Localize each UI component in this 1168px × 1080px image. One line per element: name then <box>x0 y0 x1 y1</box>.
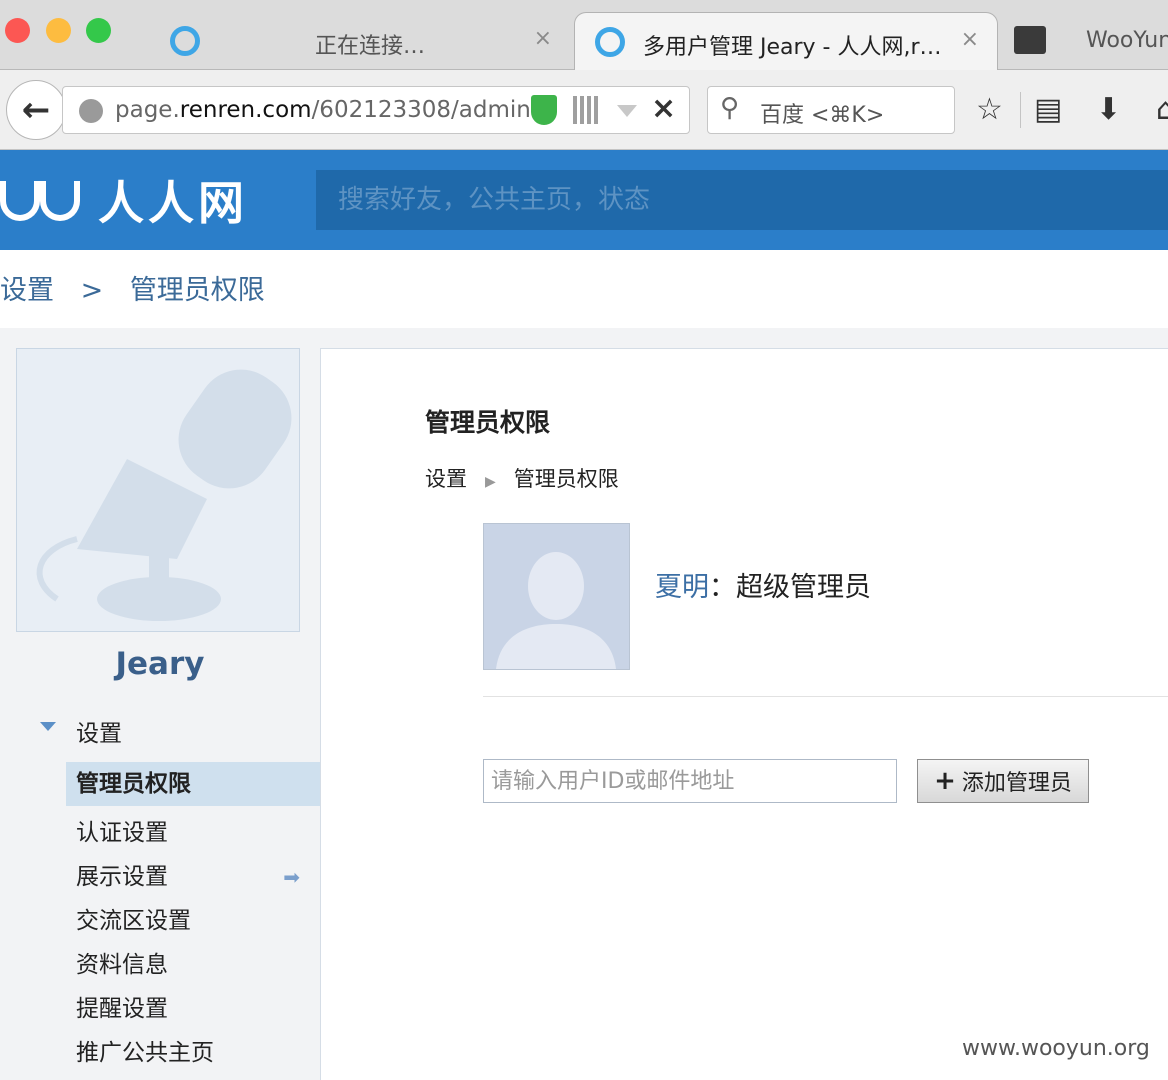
wooyun-favicon <box>1014 26 1046 54</box>
sidebar-item-forum[interactable]: 交流区设置 <box>66 899 320 943</box>
search-placeholder: 百度 <⌘K> <box>760 103 885 128</box>
site-search-bar[interactable] <box>316 170 1168 230</box>
breadcrumb-current[interactable]: 管理员权限 <box>130 275 265 306</box>
admin-entry: 夏明：超级管理员 <box>655 572 871 603</box>
panel-breadcrumb-settings[interactable]: 设置 <box>425 467 467 491</box>
toolbar-divider <box>1020 92 1021 128</box>
tab-title: WooYun <box>1086 28 1168 53</box>
admin-name-link[interactable]: 夏明 <box>655 572 709 603</box>
arrow-right-icon: ➡ <box>283 865 300 889</box>
back-arrow-icon: ← <box>21 90 51 130</box>
plus-icon: + <box>934 766 956 796</box>
default-person-icon <box>484 524 629 669</box>
dropdown-arrow-icon[interactable] <box>617 105 637 117</box>
tab-title: 多用户管理 Jeary - 人人网,r… <box>643 35 942 60</box>
browser-tab-connecting[interactable]: 正在连接… × <box>150 12 570 70</box>
user-id-field[interactable] <box>483 759 897 803</box>
browser-tab-wooyun[interactable]: WooYun <box>1004 12 1168 70</box>
sidebar-item-verification[interactable]: 认证设置 <box>66 811 320 855</box>
sidebar-item-admin[interactable]: 管理员权限 <box>66 762 320 806</box>
search-icon: ⚲ <box>720 93 740 123</box>
panel-breadcrumb-current: 管理员权限 <box>513 467 619 491</box>
collapse-triangle-icon[interactable] <box>40 722 56 731</box>
globe-icon <box>79 99 103 123</box>
browser-tab-bar: 正在连接… × 多用户管理 Jeary - 人人网,r… × WooYun <box>0 0 1168 70</box>
site-logo-text: 人人网 <box>98 176 248 230</box>
browser-tab-active[interactable]: 多用户管理 Jeary - 人人网,r… × <box>574 12 998 70</box>
download-icon[interactable]: ⬇ <box>1096 92 1121 127</box>
shield-check-icon[interactable] <box>531 95 557 125</box>
home-icon[interactable]: ⌂ <box>1156 92 1168 127</box>
user-id-input[interactable] <box>484 760 896 802</box>
tab-title: 正在连接… <box>315 34 426 59</box>
panel-breadcrumb: 设置 ▶ 管理员权限 <box>425 463 619 493</box>
bookmark-star-icon[interactable]: ☆ <box>976 92 1003 127</box>
qrcode-icon[interactable] <box>573 96 601 124</box>
sidebar-item-promote[interactable]: 推广公共主页 <box>66 1031 320 1075</box>
microphone-icon <box>36 369 292 621</box>
breadcrumb-arrow-icon: ▶ <box>485 474 496 490</box>
page-avatar[interactable] <box>16 348 300 632</box>
clear-url-icon[interactable]: × <box>651 91 676 126</box>
page-title: 管理员权限 <box>425 408 551 437</box>
admin-role: 超级管理员 <box>736 572 871 603</box>
sidebar-item-notifications[interactable]: 提醒设置 <box>66 987 320 1031</box>
add-admin-label: 添加管理员 <box>961 771 1072 796</box>
close-window-button[interactable] <box>5 18 30 43</box>
maximize-window-button[interactable] <box>86 18 111 43</box>
site-search-input[interactable] <box>316 170 1168 230</box>
breadcrumb: 设置 > 管理员权限 <box>0 268 283 307</box>
back-button[interactable]: ← <box>6 80 66 140</box>
watermark: www.wooyun.org <box>962 1036 1150 1061</box>
divider <box>483 696 1168 697</box>
browser-search-box[interactable]: ⚲ 百度 <⌘K> <box>707 86 955 134</box>
main-panel: 管理员权限 设置 ▶ 管理员权限 夏明：超级管理员 + 添加管理员 <box>320 348 1168 1080</box>
tab-close-icon[interactable]: × <box>534 26 552 51</box>
url-text: page.renren.com/602123308/admin <box>115 97 531 123</box>
sidebar-section-settings[interactable]: 设置 <box>76 714 122 748</box>
site-logo[interactable]: 人人网 <box>0 170 248 230</box>
renren-logo-icon <box>0 177 86 223</box>
loading-icon <box>595 27 625 57</box>
browser-nav-bar: ← page.renren.com/602123308/admin × ⚲ 百度… <box>0 70 1168 150</box>
breadcrumb-settings-link[interactable]: 设置 <box>0 275 54 306</box>
sidebar: Jeary 设置 管理员权限 认证设置 展示设置 ➡ 交流区设置 资料信息 提醒设… <box>0 328 320 1080</box>
sidebar-item-profile[interactable]: 资料信息 <box>66 943 320 987</box>
reading-list-icon[interactable]: ▤ <box>1034 92 1062 127</box>
add-admin-button[interactable]: + 添加管理员 <box>917 759 1089 803</box>
breadcrumb-separator: > <box>80 275 104 306</box>
admin-avatar[interactable] <box>483 523 630 670</box>
site-header: 人人网 <box>0 150 1168 250</box>
loading-icon <box>170 26 200 56</box>
page-name[interactable]: Jeary <box>0 646 320 682</box>
tab-close-icon[interactable]: × <box>961 27 979 52</box>
url-bar[interactable]: page.renren.com/602123308/admin × <box>62 86 690 134</box>
sidebar-item-display[interactable]: 展示设置 ➡ <box>66 855 320 899</box>
minimize-window-button[interactable] <box>46 18 71 43</box>
